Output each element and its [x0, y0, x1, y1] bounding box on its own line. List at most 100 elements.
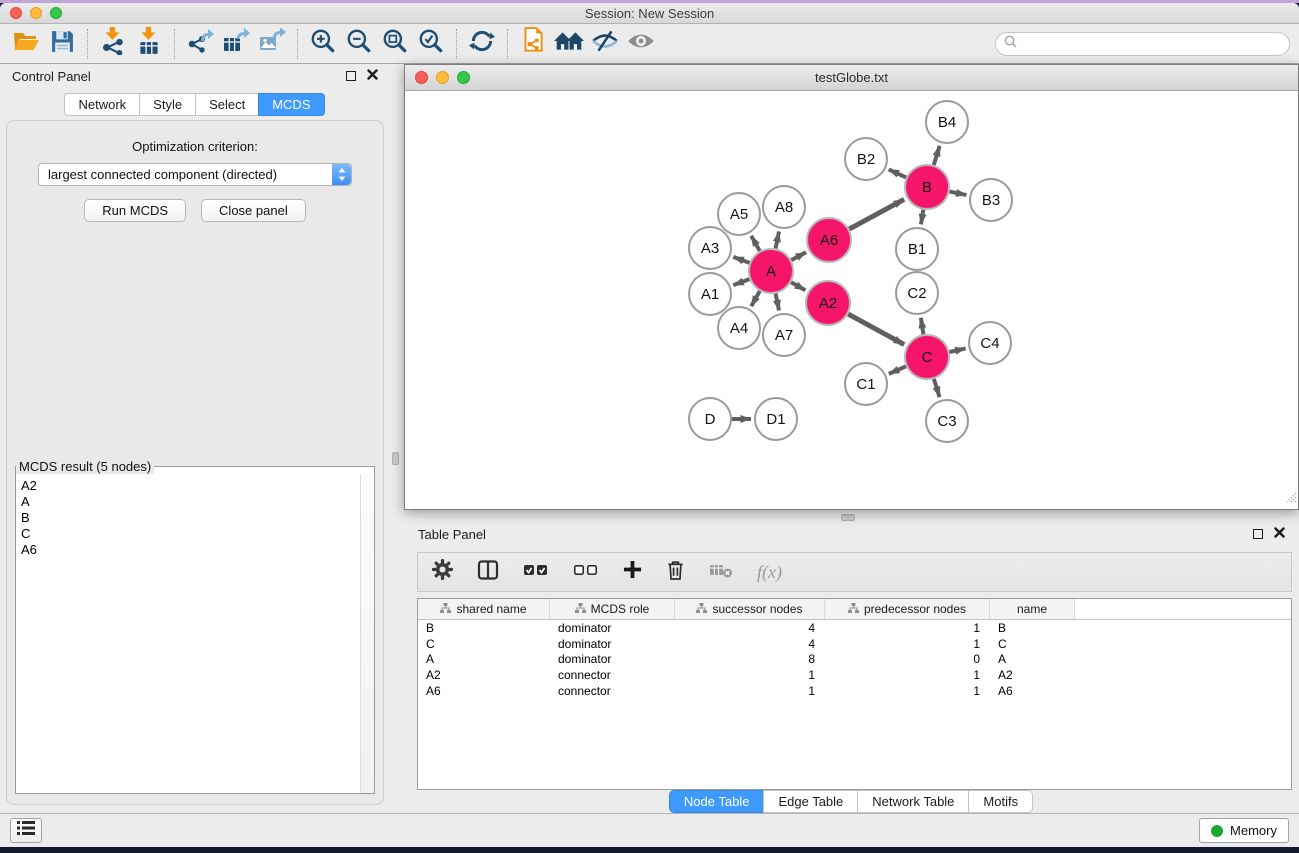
- open-session-button[interactable]: [8, 27, 44, 61]
- optimization-criterion-dropdown[interactable]: largest connected component (directed): [38, 163, 352, 186]
- graph-node-C3[interactable]: C3: [926, 400, 968, 442]
- tab-network-table[interactable]: Network Table: [857, 790, 969, 813]
- graph-edge-B-B3[interactable]: [950, 192, 967, 195]
- table-row[interactable]: Cdominator41C: [418, 636, 1291, 652]
- function-builder-button[interactable]: f(x): [757, 562, 782, 583]
- tab-edge-table[interactable]: Edge Table: [763, 790, 858, 813]
- graph-node-A[interactable]: A: [749, 249, 793, 293]
- zoom-out-button[interactable]: [341, 27, 377, 61]
- new-network-from-selection-button[interactable]: [515, 27, 551, 61]
- graph-edge-C-C3[interactable]: [934, 379, 940, 397]
- close-network-window-button[interactable]: [415, 71, 428, 84]
- graph-edge-A-A3[interactable]: [733, 257, 749, 263]
- minimize-window-button[interactable]: [30, 7, 42, 19]
- window-resize-grip[interactable]: [1284, 490, 1297, 508]
- graph-node-B3[interactable]: B3: [970, 179, 1012, 221]
- graph-edge-A2-C[interactable]: [848, 314, 904, 345]
- close-panel-icon[interactable]: [1274, 525, 1285, 543]
- table-row[interactable]: A6connector11A6: [418, 683, 1291, 699]
- mcds-result-item[interactable]: A6: [21, 542, 359, 558]
- select-all-columns-button[interactable]: [523, 563, 549, 582]
- graph-node-C1[interactable]: C1: [845, 363, 887, 405]
- column-header-name[interactable]: name: [990, 599, 1075, 619]
- zoom-fit-button[interactable]: [377, 27, 413, 61]
- float-panel-icon[interactable]: [1253, 529, 1263, 539]
- tab-node-table[interactable]: Node Table: [669, 790, 765, 813]
- graph-node-B1[interactable]: B1: [896, 228, 938, 270]
- show-all-networks-button[interactable]: [551, 27, 587, 61]
- tab-mcds[interactable]: MCDS: [258, 93, 324, 116]
- column-header-MCDS-role[interactable]: MCDS role: [550, 599, 675, 619]
- scrollbar[interactable]: [360, 474, 374, 793]
- graph-node-A1[interactable]: A1: [689, 273, 731, 315]
- mcds-result-item[interactable]: C: [21, 526, 359, 542]
- mcds-result-item[interactable]: A2: [21, 478, 359, 494]
- graph-node-D1[interactable]: D1: [755, 398, 797, 440]
- apply-layout-button[interactable]: [464, 27, 500, 61]
- graph-edge-B-B4[interactable]: [934, 146, 940, 165]
- graph-edge-A-A2[interactable]: [791, 282, 805, 290]
- table-options-button[interactable]: [432, 559, 453, 585]
- minimize-network-window-button[interactable]: [436, 71, 449, 84]
- graph-edge-B-B2[interactable]: [889, 169, 906, 177]
- split-divider-grip[interactable]: [841, 514, 855, 521]
- graph-edge-B-B1[interactable]: [921, 210, 923, 225]
- graph-edge-A6-B[interactable]: [849, 199, 904, 229]
- graph-node-A3[interactable]: A3: [689, 227, 731, 269]
- graph-node-B2[interactable]: B2: [845, 138, 887, 180]
- task-history-button[interactable]: [10, 818, 42, 843]
- run-mcds-button[interactable]: Run MCDS: [84, 199, 186, 222]
- delete-columns-button[interactable]: [666, 559, 685, 586]
- column-header-predecessor-nodes[interactable]: predecessor nodes: [825, 599, 990, 619]
- graph-node-C4[interactable]: C4: [969, 322, 1011, 364]
- create-new-column-button[interactable]: [623, 560, 642, 584]
- zoom-selected-button[interactable]: [413, 27, 449, 61]
- memory-button[interactable]: Memory: [1199, 818, 1289, 843]
- graph-edge-C-C2[interactable]: [921, 318, 924, 335]
- graph-edge-A-A1[interactable]: [733, 279, 749, 285]
- zoom-in-button[interactable]: [305, 27, 341, 61]
- close-window-button[interactable]: [10, 7, 22, 19]
- zoom-window-button[interactable]: [50, 7, 62, 19]
- column-header-shared-name[interactable]: shared name: [418, 599, 550, 619]
- graph-edge-C-C4[interactable]: [949, 348, 965, 352]
- graph-edge-A-A7[interactable]: [776, 294, 779, 311]
- float-panel-icon[interactable]: [346, 71, 356, 81]
- graph-node-A2[interactable]: A2: [806, 281, 850, 325]
- unselect-all-columns-button[interactable]: [573, 563, 599, 582]
- zoom-network-window-button[interactable]: [457, 71, 470, 84]
- network-canvas[interactable]: B4B2BB3A8A5A6B1A3AC2A1A2A4A7C4CC1C3DD1: [405, 91, 1298, 509]
- table-row[interactable]: Bdominator41B: [418, 620, 1291, 636]
- show-column-button[interactable]: [477, 560, 499, 585]
- graph-node-A6[interactable]: A6: [807, 218, 851, 262]
- graph-node-A5[interactable]: A5: [718, 193, 760, 235]
- mcds-result-item[interactable]: B: [21, 510, 359, 526]
- close-panel-icon[interactable]: [367, 67, 378, 85]
- search-field[interactable]: [995, 32, 1290, 56]
- graph-node-A4[interactable]: A4: [718, 307, 760, 349]
- graph-node-D[interactable]: D: [689, 398, 731, 440]
- graph-edge-A-A8[interactable]: [776, 231, 779, 248]
- graph-node-A7[interactable]: A7: [763, 314, 805, 356]
- tab-motifs[interactable]: Motifs: [968, 790, 1033, 813]
- close-panel-button[interactable]: Close panel: [201, 199, 306, 222]
- import-network-button[interactable]: [95, 27, 131, 61]
- tab-network[interactable]: Network: [64, 93, 140, 116]
- graph-edge-C-C1[interactable]: [889, 366, 906, 374]
- mcds-result-item[interactable]: A: [21, 494, 359, 510]
- search-input[interactable]: [1022, 37, 1281, 51]
- graph-node-C[interactable]: C: [905, 335, 949, 379]
- graph-edge-A-A6[interactable]: [791, 252, 806, 260]
- graph-edge-A-A4[interactable]: [751, 291, 760, 306]
- export-table-button[interactable]: [218, 27, 254, 61]
- tab-select[interactable]: Select: [195, 93, 259, 116]
- table-row[interactable]: A2connector11A2: [418, 667, 1291, 683]
- export-network-button[interactable]: [182, 27, 218, 61]
- graph-edge-A-A5[interactable]: [751, 236, 760, 251]
- table-row[interactable]: Adominator80A: [418, 651, 1291, 667]
- hide-visual-properties-button[interactable]: [587, 27, 623, 61]
- export-image-button[interactable]: [254, 27, 290, 61]
- save-session-button[interactable]: [44, 27, 80, 61]
- delete-table-button[interactable]: [709, 562, 733, 583]
- graph-node-B[interactable]: B: [905, 165, 949, 209]
